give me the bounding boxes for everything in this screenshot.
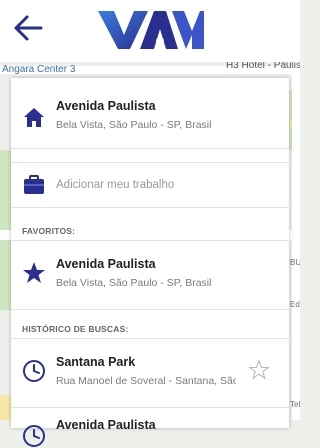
briefcase-icon [24, 175, 44, 194]
clock-icon [23, 425, 45, 447]
map-label: Tel [290, 400, 300, 409]
top-bar [0, 0, 300, 62]
home-icon [24, 108, 44, 127]
map-label: BU [290, 258, 300, 267]
app-logo [96, 5, 206, 53]
app-logo-icon [98, 11, 204, 49]
suggestions-panel: Avenida Paulista Bela Vista, São Paulo -… [11, 78, 289, 447]
map-label: Angara Center 3 [2, 64, 76, 75]
home-address-item[interactable]: Avenida Paulista Bela Vista, São Paulo -… [11, 78, 289, 149]
history-item-title: Santana Park [56, 355, 136, 369]
arrow-left-icon [14, 15, 43, 41]
history-item-subtitle-wrap: Rua Manoel de Soveral - Santana, São Pau… [56, 375, 236, 389]
history-heading: HISTÓRICO DE BUSCAS: [11, 316, 289, 339]
history-heading-text: HISTÓRICO DE BUSCAS: [22, 324, 129, 334]
back-button[interactable] [12, 14, 44, 42]
add-work-item[interactable]: Adicionar meu trabalho [11, 162, 289, 208]
history-item-subtitle: Rua Manoel de Soveral - Santana, São Pau… [56, 375, 236, 387]
favorites-heading: FAVORITOS: [11, 218, 289, 241]
home-address-subtitle: Bela Vista, São Paulo - SP, Brasil [56, 119, 212, 131]
add-work-label: Adicionar meu trabalho [56, 179, 175, 191]
favorite-item-title: Avenida Paulista [56, 257, 156, 271]
favorites-heading-text: FAVORITOS: [22, 226, 76, 236]
history-item[interactable]: Santana Park Rua Manoel de Soveral - San… [11, 339, 289, 408]
favorite-item[interactable]: Avenida Paulista Bela Vista, São Paulo -… [11, 241, 289, 310]
map-label: Ed [290, 300, 300, 309]
history-item[interactable]: Avenida Paulista [11, 408, 289, 447]
favorite-item-subtitle: Bela Vista, São Paulo - SP, Brasil [56, 277, 212, 289]
clock-icon [23, 360, 45, 382]
star-outline-icon[interactable] [249, 360, 269, 380]
star-filled-icon [23, 262, 45, 283]
home-address-title: Avenida Paulista [56, 99, 156, 113]
history-item-title: Avenida Paulista [56, 418, 156, 432]
